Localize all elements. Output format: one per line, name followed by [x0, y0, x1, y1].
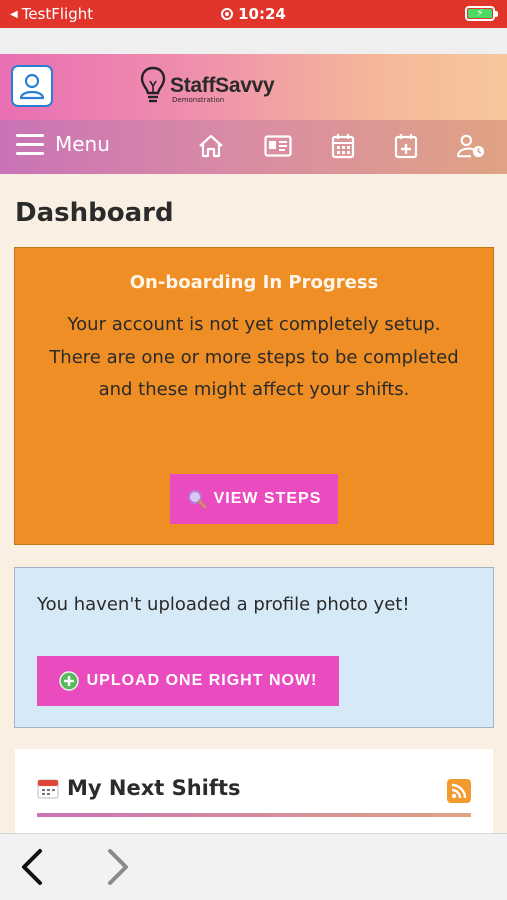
- view-steps-button[interactable]: VIEW STEPS: [170, 474, 338, 524]
- nav-add-shift[interactable]: [392, 132, 420, 160]
- clock: 10:24: [0, 5, 507, 23]
- rss-icon: [451, 783, 467, 799]
- next-shifts-card: My Next Shifts: [15, 749, 493, 839]
- nav-bar: Menu: [0, 120, 507, 174]
- battery-icon: ⚡: [465, 6, 498, 21]
- user-clock-icon: [457, 134, 485, 158]
- page-title: Dashboard: [15, 198, 174, 228]
- heading-divider: [37, 813, 471, 817]
- onboarding-title: On-boarding In Progress: [129, 272, 379, 293]
- app-header: StaffSavvy Demonstration: [0, 54, 507, 120]
- screen-record-icon: [221, 8, 234, 20]
- view-steps-label: VIEW STEPS: [213, 490, 322, 507]
- id-card-icon: [264, 135, 292, 157]
- profile-photo-message: You haven't uploaded a profile photo yet…: [37, 594, 410, 615]
- calendar-emoji-icon: [37, 779, 59, 799]
- upload-photo-label: UPLOAD ONE RIGHT NOW!: [86, 672, 318, 689]
- nav-profile-card[interactable]: [264, 132, 292, 160]
- status-bar: ◀ TestFlight 10:24 ⚡: [0, 0, 507, 28]
- brand-name: StaffSavvy: [170, 74, 275, 97]
- magnifier-icon: [187, 490, 207, 509]
- nav-availability[interactable]: [457, 132, 485, 160]
- browser-toolbar: [0, 833, 507, 900]
- onboarding-panel: On-boarding In Progress Your account is …: [14, 247, 494, 545]
- safari-gap: [0, 28, 507, 54]
- chevron-right-icon: [108, 849, 128, 885]
- brand-subtitle: Demonstration: [172, 96, 225, 104]
- profile-photo-panel: You haven't uploaded a profile photo yet…: [14, 567, 494, 728]
- home-icon: [199, 134, 223, 158]
- menu-button[interactable]: Menu: [16, 132, 110, 156]
- profile-button[interactable]: [11, 65, 53, 107]
- upload-photo-button[interactable]: UPLOAD ONE RIGHT NOW!: [37, 656, 339, 706]
- browser-forward-button[interactable]: [100, 848, 134, 886]
- browser-back-button[interactable]: [16, 848, 50, 886]
- nav-calendar[interactable]: [329, 132, 357, 160]
- hamburger-icon: [16, 133, 44, 155]
- calendar-plus-icon: [394, 134, 418, 159]
- calendar-icon: [331, 134, 355, 159]
- chevron-left-icon: [22, 849, 42, 885]
- menu-label: Menu: [55, 132, 110, 156]
- rss-feed-button[interactable]: [447, 779, 471, 803]
- next-shifts-title: My Next Shifts: [67, 776, 241, 800]
- time-label: 10:24: [238, 5, 286, 23]
- user-icon: [19, 73, 45, 100]
- plus-circle-icon: [58, 671, 79, 691]
- onboarding-message: Your account is not yet completely setup…: [49, 314, 459, 400]
- lightbulb-icon: [140, 66, 166, 103]
- next-shifts-heading: My Next Shifts: [37, 776, 241, 800]
- nav-home[interactable]: [197, 132, 225, 160]
- staffsavvy-logo: StaffSavvy Demonstration: [140, 66, 275, 106]
